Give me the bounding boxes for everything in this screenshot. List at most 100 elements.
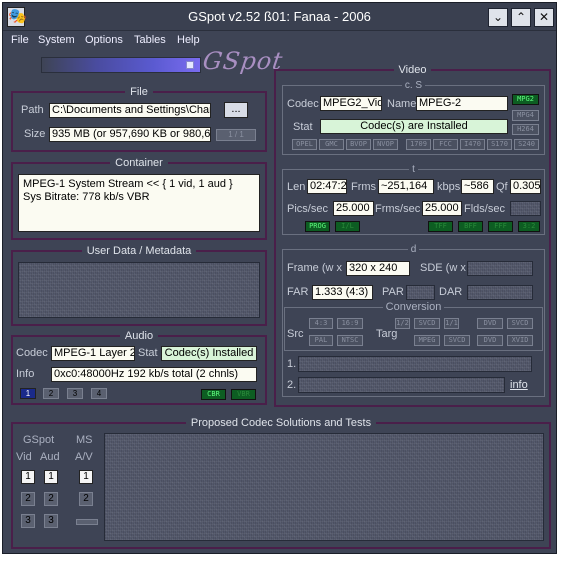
aud-3-button[interactable]: 3 (44, 514, 58, 528)
far-field[interactable]: 1.333 (4:3) (312, 285, 373, 300)
dimensions-section: d Frame (w x 320 x 240 SDE (w x FAR 1.33… (282, 244, 545, 397)
fff-tag: FFF (488, 221, 513, 232)
av-1-button[interactable]: 1 (79, 470, 93, 484)
1709-tag: 1709 (406, 139, 431, 150)
audio-cbr-tag: CBR (201, 389, 226, 400)
src-4-3-tag: 4:3 (309, 318, 333, 329)
gspot-col-label: GSpot (23, 434, 55, 446)
container-panel: Container MPEG-1 System Stream << { 1 vi… (11, 157, 267, 240)
menu-options[interactable]: Options (85, 34, 123, 46)
qf-field[interactable]: 0.305 (510, 179, 541, 194)
av-3-bar (76, 519, 98, 525)
row1-field[interactable] (298, 356, 532, 372)
bff-tag: BFF (458, 221, 483, 232)
menu-system[interactable]: System (38, 34, 75, 46)
timing-section: t Len 02:47:2 Frms ~251,164 kbps ~586 Qf… (282, 164, 545, 235)
av-2-button[interactable]: 2 (79, 492, 93, 506)
browse-button[interactable]: ... (224, 102, 248, 118)
targ-label: Targ (376, 328, 398, 340)
video-codec-field[interactable]: MPEG2_Vid (320, 96, 382, 111)
par-field[interactable] (406, 285, 435, 300)
codec-section-title: c. S (401, 80, 426, 91)
vid-3-button[interactable]: 3 (21, 514, 35, 528)
menu-file[interactable]: File (11, 34, 29, 46)
frmssec-label: Frms/sec (375, 203, 421, 215)
menu-help[interactable]: Help (177, 34, 200, 46)
path-label: Path (21, 104, 44, 116)
maximize-button[interactable]: ⌃ (511, 8, 531, 27)
qf-label: Qf (496, 181, 508, 193)
pulldown-tag: 3:2 (518, 221, 540, 232)
row2-field[interactable] (298, 377, 505, 393)
i470-tag: I470 (460, 139, 485, 150)
gmc-tag: GMC (319, 139, 344, 150)
video-codec-label: Codec (287, 98, 319, 110)
container-info: MPEG-1 System Stream << { 1 vid, 1 aud }… (18, 174, 260, 232)
info-link[interactable]: info (510, 379, 528, 391)
video-name-label: Name (387, 98, 417, 110)
frame-label: Frame (w x (287, 262, 342, 274)
container-line-2: Sys Bitrate: 778 kb/s VBR (23, 191, 150, 203)
size-toggle-button[interactable]: 1 / 1 (216, 129, 256, 141)
src-pal-tag: PAL (309, 335, 333, 346)
par-label: PAR (382, 286, 404, 298)
pics-field[interactable]: 25.000 (333, 201, 374, 216)
title-bar[interactable]: 🎭 GSpot v2.52 ß01: Fanaa - 2006 ⌄ ⌃ ✕ (3, 3, 556, 31)
dimensions-section-title: d (407, 244, 420, 255)
minimize-button[interactable]: ⌄ (488, 8, 508, 27)
gspot-logo: GSpot (201, 47, 286, 75)
gspot-window: 🎭 GSpot v2.52 ß01: Fanaa - 2006 ⌄ ⌃ ✕ Fi… (2, 2, 557, 554)
targ-dvd-tag: DVD (477, 335, 503, 346)
fcc-tag: FCC (433, 139, 458, 150)
menu-tables[interactable]: Tables (134, 34, 166, 46)
row1-label: 1. (287, 358, 297, 370)
audio-stream-2-button[interactable]: 2 (43, 388, 59, 399)
frmssec-field[interactable]: 25.000 (422, 201, 462, 216)
dar-field[interactable] (467, 285, 533, 300)
mpg2-tag: MPG2 (512, 94, 539, 105)
frame-field[interactable]: 320 x 240 (346, 261, 410, 276)
targ-dvd-top-tag: DVD (477, 318, 503, 329)
ms-col-label: MS (76, 434, 93, 446)
fldssec-field[interactable] (510, 201, 541, 216)
len-label: Len (287, 181, 306, 193)
proposed-panel-title: Proposed Codec Solutions and Tests (185, 417, 377, 429)
src-16-9-tag: 16:9 (337, 318, 363, 329)
size-field[interactable]: 935 MB (or 957,690 KB or 980,67 (49, 127, 211, 142)
kbps-field[interactable]: ~586 (461, 179, 494, 194)
aud-2-button[interactable]: 2 (44, 492, 58, 506)
sde-label: SDE (w x (420, 262, 466, 274)
targ-svcd-top-tag: SVCD (414, 318, 440, 329)
opel-tag: OPEL (292, 139, 317, 150)
sde-field[interactable] (467, 261, 533, 276)
frms-field[interactable]: ~251,164 (378, 179, 434, 194)
audio-info-field[interactable]: 0xc0:48000Hz 192 kb/s total (2 chnls) (51, 367, 257, 382)
audio-codec-field[interactable]: MPEG-1 Layer 2 (51, 346, 135, 361)
nvop-tag: NVOP (373, 139, 398, 150)
video-name-field[interactable]: MPEG-2 (416, 96, 508, 111)
targ-svcd-tag: SVCD (444, 335, 470, 346)
audio-codec-label: Codec (16, 347, 48, 359)
targ-full-tag: 1/1 (444, 318, 459, 329)
video-stat-field[interactable]: Codec(s) are Installed (320, 119, 508, 134)
len-field[interactable]: 02:47:2 (307, 179, 347, 194)
file-panel-title: File (125, 86, 153, 98)
aud-1-button[interactable]: 1 (44, 470, 58, 484)
row2-label: 2. (287, 379, 297, 391)
pics-label: Pics/sec (287, 203, 328, 215)
audio-stream-1-button[interactable]: 1 (20, 388, 36, 399)
vid-col-label: Vid (16, 451, 32, 463)
tff-tag: TFF (428, 221, 453, 232)
path-field[interactable]: C:\Documents and Settings\Char (49, 103, 211, 118)
audio-stream-3-button[interactable]: 3 (67, 388, 83, 399)
userdata-panel: User Data / Metadata (11, 245, 267, 326)
size-label: Size (24, 128, 46, 140)
audio-stat-field[interactable]: Codec(s) Installed (161, 346, 257, 361)
video-panel-title: Video (393, 64, 432, 76)
close-button[interactable]: ✕ (534, 8, 554, 27)
audio-stream-4-button[interactable]: 4 (91, 388, 107, 399)
conversion-label: Conversion (382, 301, 445, 313)
vid-2-button[interactable]: 2 (21, 492, 35, 506)
file-panel: File Path C:\Documents and Settings\Char… (11, 86, 267, 152)
vid-1-button[interactable]: 1 (21, 470, 35, 484)
